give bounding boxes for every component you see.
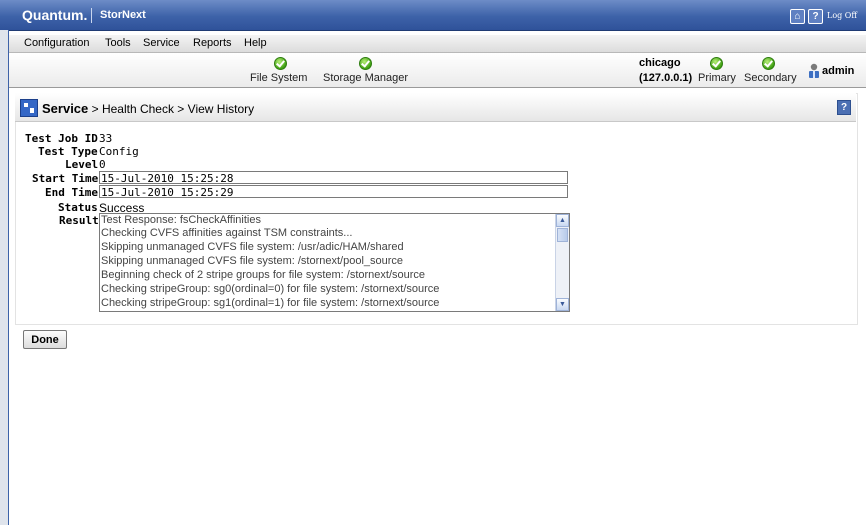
- scroll-up-icon[interactable]: ▲: [556, 214, 569, 227]
- result-label: Result: [59, 214, 99, 227]
- primary-ok-icon[interactable]: [710, 57, 723, 70]
- test-job-id-value: 33: [99, 132, 113, 145]
- host-name: chicago: [639, 57, 681, 69]
- file-system-ok-icon[interactable]: [274, 57, 287, 70]
- menu-bar: Configuration Tools Service Reports Help: [9, 35, 866, 53]
- status-bar: [9, 53, 866, 88]
- page-help-icon[interactable]: ?: [837, 100, 851, 115]
- log-off-link[interactable]: Log Off: [827, 11, 857, 20]
- breadcrumb: Service > Health Check > View History: [42, 101, 254, 116]
- result-scrollbar[interactable]: ▲ ▼: [555, 214, 569, 311]
- host-ip: (127.0.0.1): [639, 72, 693, 84]
- result-textarea[interactable]: Test Response: fsCheckAffinities Checkin…: [99, 213, 570, 312]
- home-icon[interactable]: ⌂: [790, 9, 805, 24]
- user-name: admin: [822, 65, 855, 77]
- storage-manager-ok-icon[interactable]: [359, 57, 372, 70]
- admin-user-icon: [809, 63, 819, 78]
- end-time-field[interactable]: 15-Jul-2010 15:25:29: [99, 185, 568, 199]
- start-time-field[interactable]: 15-Jul-2010 15:25:28: [99, 171, 568, 185]
- scroll-down-icon[interactable]: ▼: [556, 298, 569, 311]
- status-label: Status: [58, 201, 98, 214]
- storage-manager-status[interactable]: Storage Manager: [323, 72, 408, 84]
- left-frame-edge: [0, 30, 9, 525]
- result-line: Checking stripeGroup: sg1(ordinal=1) for…: [101, 297, 440, 309]
- service-icon: [20, 99, 38, 117]
- level-label: Level: [65, 158, 99, 171]
- menu-tools[interactable]: Tools: [105, 37, 131, 49]
- start-time-label: Start Time: [32, 172, 99, 185]
- menu-help[interactable]: Help: [244, 37, 267, 49]
- menu-service[interactable]: Service: [143, 37, 180, 49]
- file-system-status[interactable]: File System: [250, 72, 307, 84]
- test-type-value: Config: [99, 145, 139, 158]
- done-button[interactable]: Done: [23, 330, 67, 349]
- logo-divider: [91, 8, 92, 23]
- breadcrumb-trail: > Health Check > View History: [88, 102, 255, 116]
- secondary-status[interactable]: Secondary: [744, 72, 797, 84]
- result-line: Checking CVFS affinities against TSM con…: [101, 227, 353, 239]
- test-job-id-label: Test Job ID: [25, 132, 98, 145]
- menu-configuration[interactable]: Configuration: [24, 37, 89, 49]
- end-time-label: End Time: [45, 186, 98, 199]
- breadcrumb-section: Service: [42, 101, 89, 116]
- result-line: Checking stripeGroup: sg0(ordinal=0) for…: [101, 283, 440, 295]
- result-line: Beginning check of 2 stripe groups for f…: [101, 269, 426, 281]
- level-value: 0: [99, 158, 106, 171]
- result-line: Skipping unmanaged CVFS file system: /st…: [101, 255, 404, 267]
- test-type-label: Test Type: [38, 145, 98, 158]
- help-icon[interactable]: ?: [808, 9, 823, 24]
- quantum-logo: Quantum.: [22, 7, 88, 23]
- scroll-thumb[interactable]: [557, 228, 568, 242]
- secondary-ok-icon[interactable]: [762, 57, 775, 70]
- menu-reports[interactable]: Reports: [193, 37, 232, 49]
- result-line: Test Response: fsCheckAffinities: [101, 214, 261, 226]
- result-line: Skipping unmanaged CVFS file system: /us…: [101, 241, 404, 253]
- primary-status[interactable]: Primary: [698, 72, 736, 84]
- product-name: StorNext: [100, 9, 146, 21]
